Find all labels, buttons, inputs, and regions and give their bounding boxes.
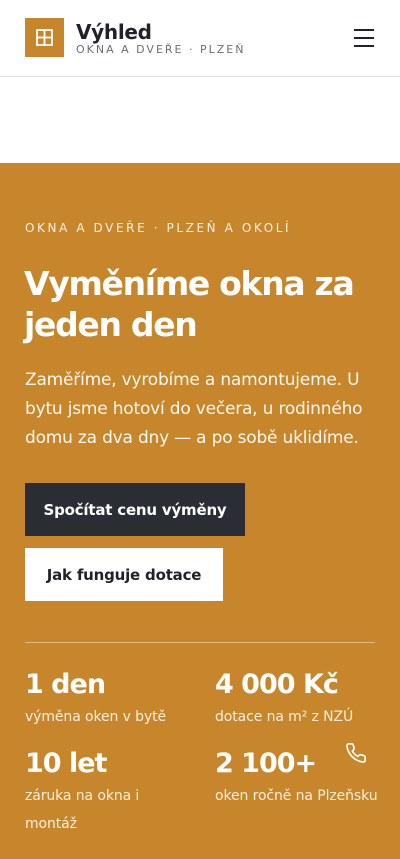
logo[interactable] bbox=[25, 18, 64, 57]
window-grid-icon bbox=[36, 29, 53, 46]
brand-name[interactable]: Výhled bbox=[76, 20, 152, 44]
stat-label: výměna oken v bytě bbox=[25, 709, 167, 725]
site-header: Výhled OKNA A DVEŘE · PLZEŇ bbox=[0, 0, 400, 77]
stat-item: 1 den výměna oken v bytě bbox=[25, 669, 200, 731]
hero-lead: Zaměříme, vyrobíme a namontujeme. U bytu… bbox=[25, 370, 363, 448]
subsidy-info-button[interactable]: Jak funguje dotace bbox=[25, 548, 223, 601]
menu-button[interactable] bbox=[346, 25, 382, 51]
hero-section: OKNA A DVEŘE · PLZEŇ A OKOLÍ Vyměníme ok… bbox=[0, 163, 400, 859]
phone-icon bbox=[346, 743, 366, 763]
hamburger-menu-icon bbox=[354, 29, 374, 47]
hero-eyebrow: OKNA A DVEŘE · PLZEŇ A OKOLÍ bbox=[25, 221, 292, 235]
stat-label: oken ročně na Plzeňsku bbox=[215, 788, 378, 804]
stat-value: 10 let bbox=[25, 748, 107, 779]
stat-value: 4 000 Kč bbox=[215, 669, 339, 700]
stat-item: 10 let záruka na okna i montáž bbox=[25, 748, 175, 838]
stat-label: záruka na okna i montáž bbox=[25, 788, 140, 832]
stat-label: dotace na m² z NZÚ bbox=[215, 709, 354, 725]
stat-item: 4 000 Kč dotace na m² z NZÚ bbox=[215, 669, 390, 731]
page: Výhled OKNA A DVEŘE · PLZEŇ OKNA A DVEŘE… bbox=[0, 0, 400, 859]
phone-button[interactable] bbox=[339, 738, 373, 768]
calculate-price-button[interactable]: Spočítat cenu výměny bbox=[25, 483, 245, 536]
stats-divider bbox=[25, 642, 375, 643]
hero-headline: Vyměníme okna za jeden den bbox=[24, 264, 355, 344]
stat-value: 1 den bbox=[25, 669, 106, 700]
brand-tagline: OKNA A DVEŘE · PLZEŇ bbox=[76, 43, 246, 56]
